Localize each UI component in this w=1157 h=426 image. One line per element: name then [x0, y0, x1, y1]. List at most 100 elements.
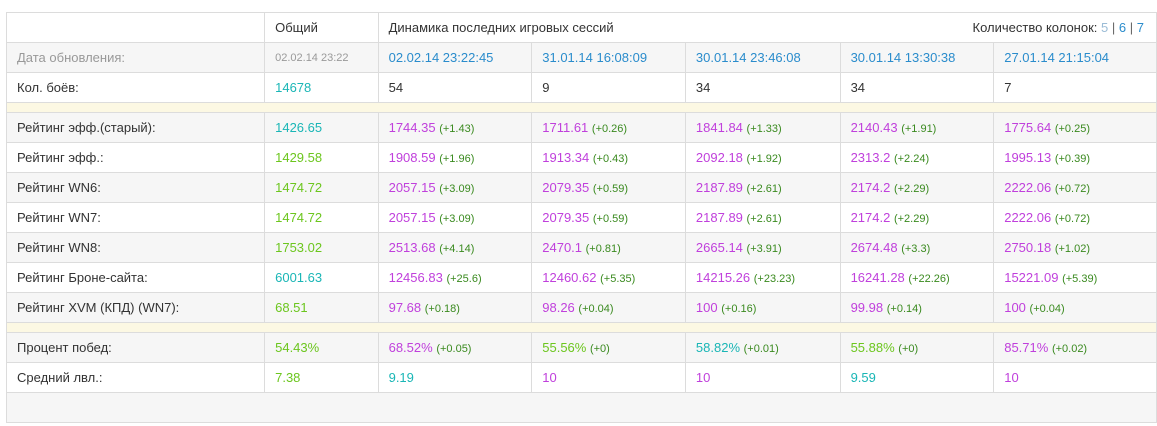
session-delta: (+2.29) — [893, 183, 930, 195]
session-value: 2513.68 — [388, 240, 436, 255]
session-cell: 100 (+0.04) — [993, 292, 1157, 323]
session-value: 2665.14 — [695, 240, 743, 255]
session-delta: (+1.33) — [746, 123, 782, 135]
session-delta: (+2.29) — [893, 213, 930, 225]
session-delta: (+0.43) — [592, 153, 629, 165]
session-cell: 100 (+0.16) — [684, 292, 841, 323]
session-delta: (+2.61) — [746, 213, 782, 225]
total-value: 1474.72 — [264, 172, 379, 203]
session-delta: (+4.14) — [439, 243, 475, 255]
session-cell: 2187.89 (+2.61) — [684, 202, 841, 233]
session-delta: (+0) — [898, 343, 919, 355]
session-delta: (+3.3) — [901, 243, 931, 255]
session-cell: 2057.15 (+3.09) — [377, 202, 533, 233]
session-cell: 99.98 (+0.14) — [839, 292, 995, 323]
rating-row: Рейтинг эфф.: 1429.58 1908.59 (+1.96) 1913.… — [5, 142, 1157, 173]
session-cell: 2079.35 (+0.59) — [531, 172, 686, 203]
session-delta: (+1.92) — [746, 153, 782, 165]
session-cell: 1711.61 (+0.26) — [531, 112, 686, 143]
session-delta: (+0.59) — [592, 213, 629, 225]
session-cell: 1775.64 (+0.25) — [993, 112, 1157, 143]
session-value: 2140.43 — [850, 120, 898, 135]
session-value: 34 — [839, 72, 995, 103]
session-delta: (+0.04) — [1029, 303, 1065, 315]
session-value: 14215.26 — [695, 270, 751, 285]
session-cell: 14215.26 (+23.23) — [684, 262, 841, 293]
session-value: 55.56% — [542, 340, 587, 355]
session-date-link[interactable]: 27.01.14 21:15:04 — [993, 42, 1157, 73]
session-value: 9.19 — [377, 362, 533, 393]
header-empty-cell — [5, 12, 266, 43]
session-value: 12460.62 — [542, 270, 597, 285]
session-value: 54 — [377, 72, 533, 103]
session-value: 1995.13 — [1004, 150, 1052, 165]
rating-row: Рейтинг WN6: 1474.72 2057.15 (+3.09) 2079.3… — [5, 172, 1157, 203]
session-date-link[interactable]: 30.01.14 23:46:08 — [684, 42, 841, 73]
session-value: 2187.89 — [695, 180, 743, 195]
total-value: 54.43% — [264, 332, 379, 363]
session-value: 2313.2 — [850, 150, 891, 165]
session-cell: 2187.89 (+2.61) — [684, 172, 841, 203]
session-delta: (+0.01) — [743, 343, 779, 355]
column-count-option-6[interactable]: 6 — [1119, 20, 1126, 35]
session-cell: 1841.84 (+1.33) — [684, 112, 841, 143]
session-value: 9.59 — [839, 362, 995, 393]
session-delta: (+0.25) — [1054, 123, 1091, 135]
session-value: 85.71% — [1004, 340, 1049, 355]
session-cell: 2057.15 (+3.09) — [377, 172, 533, 203]
session-value: 10 — [993, 362, 1157, 393]
ratings-section: Рейтинг эфф.(старый): 1426.65 1744.35 (+1.… — [5, 112, 1157, 323]
column-count-separator: | — [1129, 20, 1134, 35]
session-delta: (+23.23) — [753, 273, 796, 285]
session-value: 34 — [684, 72, 841, 103]
session-delta: (+0.16) — [721, 303, 757, 315]
total-value: 14678 — [264, 72, 379, 103]
row-label: Рейтинг WN7: — [5, 202, 266, 233]
rating-row: Рейтинг Броне-сайта: 6001.63 12456.83 (+25… — [5, 262, 1157, 293]
rating-row: Рейтинг эфф.(старый): 1426.65 1744.35 (+1.… — [5, 112, 1157, 143]
session-delta: (+0.04) — [578, 303, 614, 315]
column-count-option-7[interactable]: 7 — [1137, 20, 1144, 35]
session-delta: (+0.59) — [592, 183, 629, 195]
battles-row: Кол. боёв: 14678 54 9 34 34 7 — [5, 72, 1157, 103]
session-cell: 85.71% (+0.02) — [993, 332, 1157, 363]
row-label: Рейтинг эфф.(старый): — [5, 112, 266, 143]
rating-row: Рейтинг WN7: 1474.72 2057.15 (+3.09) 2079.3… — [5, 202, 1157, 233]
session-cell: 55.88% (+0) — [839, 332, 995, 363]
session-delta: (+22.26) — [908, 273, 950, 285]
session-delta: (+5.39) — [1062, 273, 1098, 285]
total-value: 1753.02 — [264, 232, 379, 263]
session-value: 2187.89 — [695, 210, 743, 225]
session-delta: (+0.39) — [1054, 153, 1091, 165]
session-value: 1913.34 — [542, 150, 590, 165]
session-delta: (+25.6) — [446, 273, 482, 285]
separator-row — [6, 322, 1157, 333]
session-date-link[interactable]: 02.02.14 23:22:45 — [377, 42, 533, 73]
session-value: 100 — [695, 300, 718, 315]
header-dynamics-cell: Динамика последних игровых сессий Количе… — [377, 12, 1157, 43]
session-value: 2174.2 — [850, 180, 891, 195]
session-delta: (+0) — [589, 343, 610, 355]
session-date-link[interactable]: 31.01.14 16:08:09 — [531, 42, 686, 73]
column-count-control: Количество колонок: 5 | 6 | 7 — [973, 20, 1156, 35]
session-value: 2079.35 — [542, 180, 590, 195]
separator-row — [6, 102, 1157, 113]
session-delta: (+2.24) — [893, 153, 930, 165]
session-cell: 2222.06 (+0.72) — [993, 202, 1157, 233]
total-value: 7.38 — [264, 362, 379, 393]
session-value: 2222.06 — [1004, 180, 1052, 195]
session-cell: 12460.62 (+5.35) — [531, 262, 686, 293]
row-label: Средний лвл.: — [5, 362, 266, 393]
session-value: 55.88% — [850, 340, 895, 355]
session-delta: (+1.02) — [1054, 243, 1091, 255]
session-cell: 2222.06 (+0.72) — [993, 172, 1157, 203]
session-value: 2470.1 — [542, 240, 583, 255]
session-value: 68.52% — [388, 340, 433, 355]
session-delta: (+0.05) — [436, 343, 472, 355]
session-cell: 2092.18 (+1.92) — [684, 142, 841, 173]
column-count-option-5[interactable]: 5 — [1101, 20, 1108, 35]
row-label: Рейтинг WN6: — [5, 172, 266, 203]
session-cell: 58.82% (+0.01) — [684, 332, 841, 363]
separator — [6, 322, 1157, 333]
session-date-link[interactable]: 30.01.14 13:30:38 — [839, 42, 995, 73]
